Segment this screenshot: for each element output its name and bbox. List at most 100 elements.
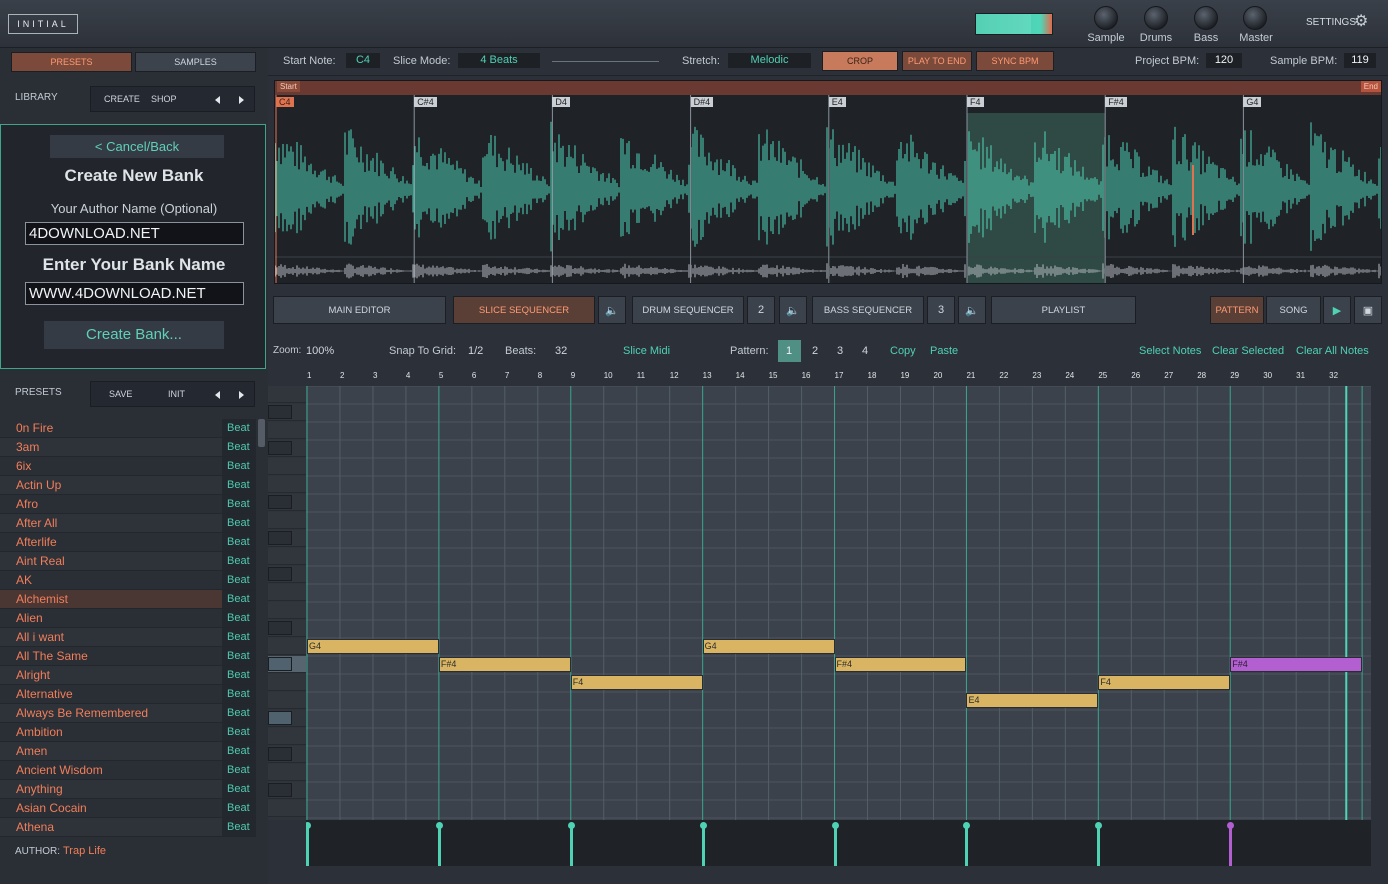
master-knob[interactable] bbox=[1243, 6, 1267, 30]
piano-key[interactable] bbox=[268, 584, 306, 601]
piano-key-black[interactable] bbox=[268, 495, 292, 509]
song-button[interactable]: SONG bbox=[1266, 296, 1321, 324]
piano-key-black[interactable] bbox=[268, 711, 292, 725]
velocity-bar[interactable] bbox=[567, 822, 575, 866]
preset-row[interactable]: Alien Beat bbox=[0, 609, 256, 628]
preset-row[interactable]: Amen Beat bbox=[0, 742, 256, 761]
cancel-back-button[interactable]: < Cancel/Back bbox=[50, 135, 224, 158]
piano-key[interactable] bbox=[268, 512, 306, 529]
play-icon[interactable]: ▶ bbox=[1323, 296, 1351, 324]
preset-row[interactable]: Alternative Beat bbox=[0, 685, 256, 704]
piano-key[interactable] bbox=[268, 476, 306, 493]
clear-selected-button[interactable]: Clear Selected bbox=[1212, 345, 1284, 357]
piano-key-black[interactable] bbox=[268, 747, 292, 761]
preset-row[interactable]: Actin Up Beat bbox=[0, 476, 256, 495]
slice-mode-value[interactable]: 4 Beats bbox=[458, 53, 540, 68]
presets-tab[interactable]: PRESETS bbox=[11, 52, 132, 72]
save-button[interactable]: SAVE bbox=[109, 389, 132, 399]
play-to-end-button[interactable]: PLAY TO END bbox=[902, 51, 972, 71]
tab-playlist[interactable]: PLAYLIST bbox=[991, 296, 1136, 324]
paste-button[interactable]: Paste bbox=[930, 345, 958, 357]
slice-midi-button[interactable]: Slice Midi bbox=[623, 345, 670, 357]
prev-icon[interactable] bbox=[215, 96, 220, 104]
piano-key[interactable] bbox=[268, 638, 306, 655]
preset-row[interactable]: All The Same Beat bbox=[0, 647, 256, 666]
piano-key[interactable] bbox=[268, 674, 306, 691]
velocity-bar[interactable] bbox=[1227, 822, 1235, 866]
samples-tab[interactable]: SAMPLES bbox=[135, 52, 256, 72]
drum-channel-number[interactable]: 2 bbox=[747, 296, 775, 324]
piano-key[interactable] bbox=[268, 728, 306, 745]
preset-row[interactable]: Afro Beat bbox=[0, 495, 256, 514]
piano-key-black[interactable] bbox=[268, 783, 292, 797]
preset-row[interactable]: Aint Real Beat bbox=[0, 552, 256, 571]
preset-row[interactable]: Anything Beat bbox=[0, 780, 256, 799]
author-name-field[interactable]: 4DOWNLOAD.NET bbox=[25, 222, 244, 245]
preset-scrollbar[interactable] bbox=[258, 419, 265, 447]
piano-key[interactable] bbox=[268, 458, 306, 475]
preset-row[interactable]: Ambition Beat bbox=[0, 723, 256, 742]
end-marker[interactable]: End bbox=[1360, 81, 1381, 92]
preset-row[interactable]: After All Beat bbox=[0, 514, 256, 533]
piano-key-black[interactable] bbox=[268, 621, 292, 635]
sample-knob[interactable] bbox=[1094, 6, 1118, 30]
pattern-3[interactable]: 3 bbox=[837, 345, 843, 357]
prev-icon[interactable] bbox=[215, 391, 220, 399]
midi-note[interactable]: G4 bbox=[702, 639, 835, 654]
midi-note[interactable]: F#4 bbox=[438, 657, 571, 672]
project-bpm-value[interactable]: 120 bbox=[1206, 53, 1242, 68]
preset-row[interactable]: Always Be Remembered Beat bbox=[0, 704, 256, 723]
pattern-4[interactable]: 4 bbox=[862, 345, 868, 357]
pattern-button[interactable]: PATTERN bbox=[1210, 296, 1264, 324]
tab-slice-sequencer[interactable]: SLICE SEQUENCER bbox=[453, 296, 595, 324]
sample-bpm-value[interactable]: 119 bbox=[1344, 53, 1376, 68]
beats-value[interactable]: 32 bbox=[555, 345, 567, 357]
midi-note[interactable]: F#4 bbox=[1230, 657, 1363, 672]
zoom-value[interactable]: 100% bbox=[306, 345, 334, 357]
speaker-icon[interactable]: 🔈 bbox=[598, 296, 626, 324]
start-marker[interactable]: Start bbox=[277, 81, 300, 92]
shop-button[interactable]: SHOP bbox=[151, 94, 177, 104]
preset-row[interactable]: Alchemist Beat bbox=[0, 590, 256, 609]
pattern-2[interactable]: 2 bbox=[812, 345, 818, 357]
pattern-1[interactable]: 1 bbox=[786, 345, 792, 357]
piano-key-black[interactable] bbox=[268, 441, 292, 455]
velocity-bar[interactable] bbox=[306, 822, 311, 866]
piano-key[interactable] bbox=[268, 422, 306, 439]
copy-button[interactable]: Copy bbox=[890, 345, 916, 357]
tab-main-editor[interactable]: MAIN EDITOR bbox=[273, 296, 446, 324]
piano-key[interactable] bbox=[268, 602, 306, 619]
piano-key-black[interactable] bbox=[268, 567, 292, 581]
beat-ruler[interactable]: 1 2 3 4 5 6 7 8 9 10 11 12 13 14 15 16 17 18 19 20 21 22 23 24 2… bbox=[306, 368, 1371, 386]
tab-bass-sequencer[interactable]: BASS SEQUENCER bbox=[812, 296, 924, 324]
velocity-bar[interactable] bbox=[831, 822, 839, 866]
preset-row[interactable]: AK Beat bbox=[0, 571, 256, 590]
preset-row[interactable]: Ancient Wisdom Beat bbox=[0, 761, 256, 780]
note-grid[interactable]: G4 F#4 F4 G4 F#4 E4 F4 F#4 bbox=[306, 386, 1371, 820]
preset-row[interactable]: 3am Beat bbox=[0, 438, 256, 457]
init-button[interactable]: INIT bbox=[168, 389, 185, 399]
preset-row[interactable]: 0n Fire Beat bbox=[0, 419, 256, 438]
preset-row[interactable]: Asian Cocain Beat bbox=[0, 799, 256, 818]
midi-note[interactable]: E4 bbox=[966, 693, 1099, 708]
velocity-bar[interactable] bbox=[435, 822, 443, 866]
midi-note[interactable]: F#4 bbox=[834, 657, 967, 672]
preset-row[interactable]: 6ix Beat bbox=[0, 457, 256, 476]
bank-name-field[interactable]: WWW.4DOWNLOAD.NET bbox=[25, 282, 244, 305]
piano-key-black[interactable] bbox=[268, 405, 292, 419]
waveform-view[interactable]: Start End C4 C#4 D4 D#4 E4 F4 F#4 G4 bbox=[274, 80, 1382, 284]
preset-row[interactable]: Alright Beat bbox=[0, 666, 256, 685]
velocity-bar[interactable] bbox=[699, 822, 707, 866]
next-icon[interactable] bbox=[239, 391, 244, 399]
create-bank-button[interactable]: Create Bank... bbox=[44, 321, 224, 349]
preset-row[interactable]: Athena Beat bbox=[0, 818, 256, 837]
midi-note[interactable]: F4 bbox=[1098, 675, 1231, 690]
piano-keys[interactable] bbox=[268, 386, 306, 820]
start-note-value[interactable]: C4 bbox=[346, 53, 380, 68]
stretch-value[interactable]: Melodic bbox=[728, 53, 811, 68]
stop-icon[interactable]: ▣ bbox=[1354, 296, 1382, 324]
clear-all-notes-button[interactable]: Clear All Notes bbox=[1296, 345, 1369, 357]
piano-key[interactable] bbox=[268, 800, 306, 817]
piano-key-black[interactable] bbox=[268, 531, 292, 545]
crop-button[interactable]: CROP bbox=[822, 51, 898, 71]
